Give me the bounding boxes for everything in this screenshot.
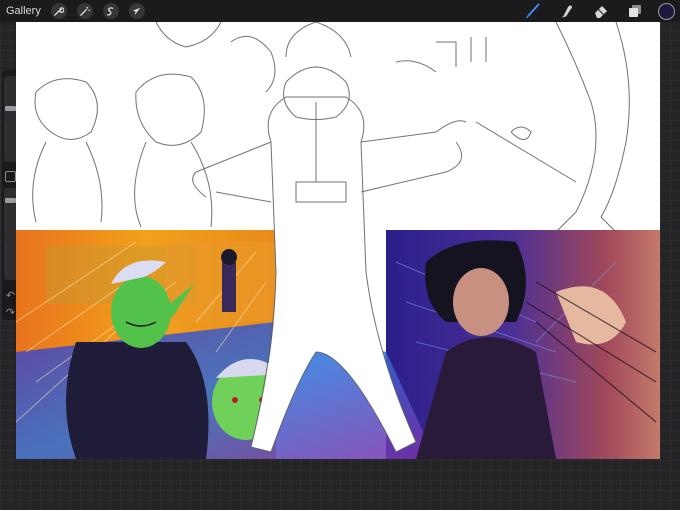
brush-tool-button[interactable] bbox=[522, 0, 544, 22]
brush-icon bbox=[526, 3, 540, 19]
brush-size-thumb[interactable] bbox=[5, 106, 16, 111]
drawing-canvas[interactable] bbox=[16, 22, 660, 459]
wrench-icon bbox=[54, 6, 65, 16]
layers-button[interactable] bbox=[624, 0, 646, 22]
transform-button[interactable] bbox=[128, 3, 145, 19]
opacity-thumb[interactable] bbox=[5, 198, 16, 203]
smudge-icon bbox=[562, 5, 573, 18]
modify-button[interactable] bbox=[5, 171, 16, 182]
eraser-tool-button[interactable] bbox=[590, 0, 612, 22]
transform-arrow-icon bbox=[133, 7, 141, 15]
color-picker-button[interactable] bbox=[658, 2, 675, 20]
top-toolbar: Gallery bbox=[0, 0, 680, 22]
eraser-icon bbox=[595, 6, 607, 18]
magic-wand-icon bbox=[80, 6, 91, 16]
gallery-button[interactable]: Gallery bbox=[6, 5, 41, 17]
selection-button[interactable] bbox=[102, 3, 119, 19]
smudge-tool-button[interactable] bbox=[556, 0, 578, 22]
layers-icon bbox=[629, 5, 641, 17]
actions-button[interactable] bbox=[50, 3, 67, 19]
artwork bbox=[16, 22, 660, 459]
selection-icon bbox=[107, 6, 114, 16]
adjustments-button[interactable] bbox=[76, 3, 93, 19]
right-tool-group bbox=[522, 0, 680, 22]
